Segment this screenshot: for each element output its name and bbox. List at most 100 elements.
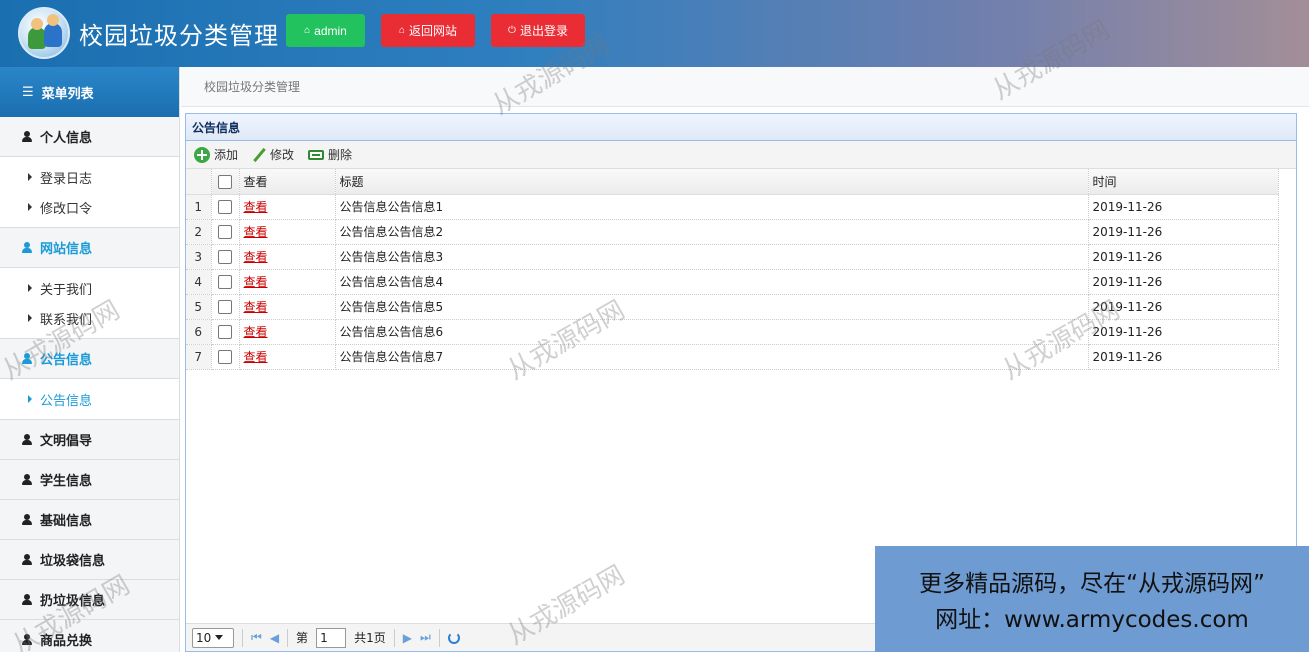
- sidebar-group-students[interactable]: 学生信息: [0, 460, 179, 500]
- first-page-icon[interactable]: ⏮: [251, 630, 262, 645]
- back-to-site-label: 返回网站: [409, 24, 458, 38]
- caret-right-icon: [28, 314, 32, 322]
- row-checkbox[interactable]: [218, 224, 232, 239]
- sidebar-item-announcements[interactable]: 公告信息: [0, 384, 179, 414]
- logout-button[interactable]: ⏻ 退出登录: [491, 14, 585, 47]
- user-icon: [22, 474, 32, 485]
- row-select-cell: [211, 194, 240, 220]
- table-row[interactable]: 7 查看 公告信息公告信息7 2019-11-26: [186, 344, 1279, 370]
- row-select-cell: [211, 219, 240, 245]
- refresh-icon[interactable]: [447, 631, 460, 644]
- home-icon: ⌂: [398, 25, 406, 36]
- promo-banner: 更多精品源码，尽在“从戎源码网” 网址：www.armycodes.com: [875, 546, 1309, 652]
- table-row[interactable]: 5 查看 公告信息公告信息5 2019-11-26: [186, 294, 1279, 320]
- table-row[interactable]: 3 查看 公告信息公告信息3 2019-11-26: [186, 244, 1279, 270]
- caret-right-icon: [28, 203, 32, 211]
- view-link[interactable]: 查看: [244, 350, 268, 364]
- sidebar-group-redeem[interactable]: 商品兑换: [0, 620, 179, 652]
- next-page-icon[interactable]: ▶: [403, 631, 412, 645]
- row-number: 6: [186, 319, 212, 345]
- sidebar-group-civility[interactable]: 文明倡导: [0, 420, 179, 460]
- row-checkbox[interactable]: [218, 299, 232, 314]
- back-to-site-button[interactable]: ⌂ 返回网站: [381, 14, 475, 47]
- delete-label: 删除: [328, 148, 353, 162]
- last-page-icon[interactable]: ⏭: [420, 630, 431, 645]
- row-number: 1: [186, 194, 212, 220]
- previous-page-icon[interactable]: ◀: [270, 631, 279, 645]
- view-link[interactable]: 查看: [244, 325, 268, 339]
- sidebar-group-label: 商品兑换: [40, 634, 93, 649]
- view-link[interactable]: 查看: [244, 250, 268, 264]
- delete-button[interactable]: 删除: [308, 146, 352, 163]
- sidebar-item-login-log[interactable]: 登录日志: [0, 162, 179, 192]
- home-icon: ⌂: [304, 25, 311, 36]
- logout-label: 退出登录: [519, 24, 568, 38]
- edit-button[interactable]: 修改: [252, 146, 294, 163]
- page-number-input[interactable]: 1: [316, 627, 347, 648]
- sidebar-group-garbage-disposal[interactable]: 扔垃圾信息: [0, 580, 179, 620]
- pager-divider: [438, 628, 440, 647]
- page-label: 第: [296, 631, 309, 645]
- view-cell: 查看: [239, 269, 336, 295]
- view-link[interactable]: 查看: [244, 300, 268, 314]
- view-link[interactable]: 查看: [244, 275, 268, 289]
- row-number: 5: [186, 294, 212, 320]
- add-button[interactable]: 添加: [194, 146, 238, 163]
- view-link[interactable]: 查看: [244, 200, 268, 214]
- sidebar-group-label: 网站信息: [40, 242, 93, 257]
- total-pages: 共1页: [354, 631, 386, 645]
- time-cell: 2019-11-26: [1088, 194, 1279, 220]
- sidebar-group-basic-info[interactable]: 基础信息: [0, 500, 179, 540]
- select-all-cell: [211, 169, 240, 195]
- sidebar-item-contact-us[interactable]: 联系我们: [0, 303, 179, 333]
- sidebar-item-about-us[interactable]: 关于我们: [0, 273, 179, 303]
- user-icon: [22, 434, 32, 445]
- column-header-view[interactable]: 查看: [239, 169, 336, 195]
- announcement-table: 查看 标题 时间 1 查看 公告信息公告信息1 2019-11-26 2 查看 …: [186, 169, 1279, 370]
- user-icon: [22, 594, 32, 605]
- column-header-time[interactable]: 时间: [1088, 169, 1279, 195]
- sidebar-group-label: 垃圾袋信息: [40, 554, 106, 569]
- caret-right-icon: [28, 395, 32, 403]
- row-number: 2: [186, 219, 212, 245]
- sidebar: ☰ 菜单列表 个人信息 登录日志 修改口令 网站信息 关于我们 联系我们 公告信…: [0, 67, 180, 652]
- table-row[interactable]: 2 查看 公告信息公告信息2 2019-11-26: [186, 219, 1279, 245]
- row-select-cell: [211, 319, 240, 345]
- row-select-cell: [211, 269, 240, 295]
- row-select-cell: [211, 294, 240, 320]
- view-link[interactable]: 查看: [244, 225, 268, 239]
- panel-title: 公告信息: [186, 114, 1296, 141]
- view-cell: 查看: [239, 319, 336, 345]
- sidebar-item-label: 登录日志: [40, 171, 93, 187]
- power-icon: ⏻: [508, 25, 516, 36]
- sidebar-group-site-info[interactable]: 网站信息: [0, 228, 179, 268]
- sidebar-item-label: 公告信息: [40, 393, 93, 409]
- sidebar-item-change-password[interactable]: 修改口令: [0, 192, 179, 222]
- sidebar-item-label: 关于我们: [40, 282, 93, 298]
- user-icon: [22, 242, 32, 253]
- sidebar-group-label: 公告信息: [40, 353, 93, 368]
- edit-label: 修改: [270, 148, 295, 162]
- view-cell: 查看: [239, 244, 336, 270]
- row-checkbox[interactable]: [218, 349, 232, 364]
- row-checkbox[interactable]: [218, 324, 232, 339]
- row-checkbox[interactable]: [218, 249, 232, 264]
- sidebar-group-garbage-bags[interactable]: 垃圾袋信息: [0, 540, 179, 580]
- time-cell: 2019-11-26: [1088, 294, 1279, 320]
- column-header-title[interactable]: 标题: [335, 169, 1089, 195]
- table-row[interactable]: 1 查看 公告信息公告信息1 2019-11-26: [186, 194, 1279, 220]
- row-checkbox[interactable]: [218, 274, 232, 289]
- time-cell: 2019-11-26: [1088, 269, 1279, 295]
- select-all-checkbox[interactable]: [218, 174, 232, 189]
- caret-right-icon: [28, 173, 32, 181]
- table-row[interactable]: 6 查看 公告信息公告信息6 2019-11-26: [186, 319, 1279, 345]
- row-checkbox[interactable]: [218, 199, 232, 214]
- sidebar-group-announcements[interactable]: 公告信息: [0, 339, 179, 379]
- page-size-select[interactable]: 10: [192, 627, 234, 648]
- add-icon: [194, 146, 210, 163]
- table-row[interactable]: 4 查看 公告信息公告信息4 2019-11-26: [186, 269, 1279, 295]
- add-label: 添加: [214, 148, 239, 162]
- view-cell: 查看: [239, 294, 336, 320]
- admin-user-button[interactable]: ⌂ admin: [286, 14, 365, 47]
- sidebar-group-personal-info[interactable]: 个人信息: [0, 117, 179, 157]
